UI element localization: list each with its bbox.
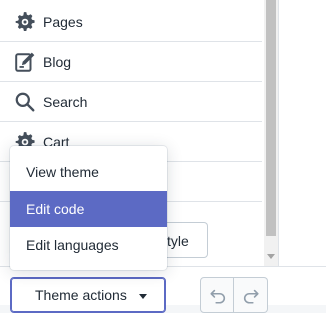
caret-down-icon (139, 294, 147, 299)
undo-button[interactable] (200, 277, 234, 313)
menu-item-view-theme[interactable]: View theme (10, 154, 167, 190)
search-icon (15, 92, 35, 111)
theme-actions-label: Theme actions (35, 287, 127, 303)
menu-item-label: View theme (26, 164, 99, 180)
nav-item-pages[interactable]: Pages (0, 2, 262, 42)
nav-item-label: Search (43, 93, 88, 110)
menu-item-label: Edit languages (26, 237, 119, 253)
nav-item-label: Pages (43, 13, 83, 30)
scroll-down-arrow-icon[interactable] (267, 254, 275, 259)
scrollbar-thumb[interactable] (266, 0, 276, 236)
menu-item-edit-code[interactable]: Edit code (10, 191, 167, 227)
redo-button[interactable] (234, 277, 268, 313)
gear-icon (15, 11, 35, 31)
preview-area (278, 0, 326, 266)
redo-icon (243, 289, 259, 304)
theme-actions-button[interactable]: Theme actions (10, 277, 166, 313)
undo-icon (210, 289, 226, 304)
menu-item-edit-languages[interactable]: Edit languages (10, 227, 167, 263)
menu-item-label: Edit code (26, 201, 85, 217)
theme-actions-menu: View theme Edit code Edit languages (10, 146, 167, 270)
scrollbar[interactable] (264, 0, 278, 266)
bottom-toolbar: Theme actions (0, 266, 326, 313)
edit-icon (15, 52, 35, 72)
nav-item-blog[interactable]: Blog (0, 42, 262, 82)
nav-item-label: Blog (43, 53, 72, 70)
nav-item-search[interactable]: Search (0, 82, 262, 122)
